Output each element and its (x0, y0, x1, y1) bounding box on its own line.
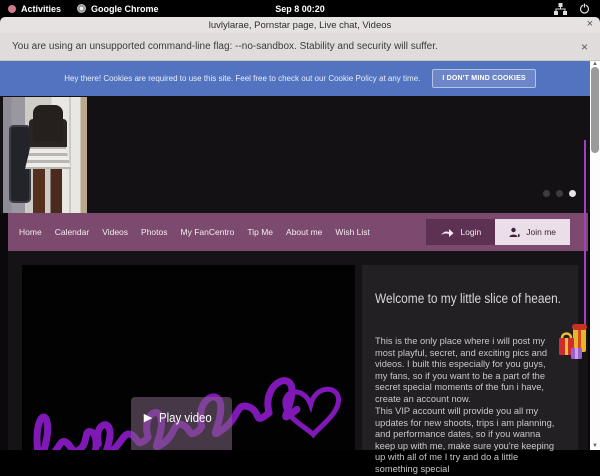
login-label: Login (460, 227, 481, 237)
nav-item-calendar[interactable]: Calendar (55, 227, 90, 237)
carousel-dot-3-active[interactable] (569, 190, 576, 197)
carousel-dots (543, 190, 576, 197)
nav-item-tipme[interactable]: Tip Me (247, 227, 273, 237)
hero-photo-door-edge (69, 97, 71, 213)
welcome-panel: Welcome to my little slice of heaen. Thi… (362, 265, 578, 450)
hero-photo-figure-torso (33, 105, 63, 141)
chrome-infobar: You are using an unsupported command-lin… (0, 33, 600, 61)
hero-photo-figure-legs (33, 167, 65, 213)
activities-dot-icon (8, 5, 16, 13)
gnome-top-bar: Activities Google Chrome Sep 8 00:20 (0, 0, 600, 17)
clock[interactable]: Sep 8 00:20 (275, 4, 325, 14)
hero-carousel (0, 96, 592, 213)
window-title-bar: luvlylarae, Pornstar page, Live chat, Vi… (0, 17, 600, 33)
login-arrow-icon (440, 227, 454, 238)
login-button[interactable]: Login (426, 219, 495, 245)
site-nav: Home Calendar Videos Photos My FanCentro… (8, 213, 588, 251)
chrome-taskbar-label: Google Chrome (91, 4, 159, 14)
gift-widget-icon[interactable] (558, 320, 591, 367)
chrome-taskbar-item[interactable]: Google Chrome (69, 0, 167, 17)
join-person-icon (509, 227, 520, 238)
window-title: luvlylarae, Pornstar page, Live chat, Vi… (209, 20, 392, 31)
play-video-label: Play video (159, 410, 212, 450)
welcome-paragraph-1: This is the only place where i will post… (375, 336, 559, 406)
nav-item-aboutme[interactable]: About me (286, 227, 322, 237)
play-video-button[interactable]: ▶ Play video (131, 397, 232, 450)
nav-item-videos[interactable]: Videos (102, 227, 128, 237)
play-icon: ▶ (144, 410, 152, 450)
cookie-accept-button[interactable]: I DON'T MIND COOKIES (432, 69, 535, 88)
nav-item-home[interactable]: Home (19, 227, 42, 237)
scrollbar-thumb[interactable] (591, 67, 599, 153)
video-player: ▶ Play video (22, 265, 355, 450)
welcome-paragraph-2: This VIP account will provide you all my… (375, 406, 559, 476)
window-close-icon[interactable]: × (587, 18, 593, 30)
nav-item-photos[interactable]: Photos (141, 227, 167, 237)
scrollbar-down-icon[interactable]: ▼ (590, 443, 600, 449)
desktop-screen: Activities Google Chrome Sep 8 00:20 luv… (0, 0, 600, 450)
welcome-heading: Welcome to my little slice of heaen. (375, 291, 561, 306)
scrollbar: ▲ ▼ (590, 61, 600, 450)
power-icon (579, 3, 590, 14)
hero-photo (3, 97, 87, 213)
cookie-banner: Hey there! Cookies are required to use t… (0, 61, 600, 96)
chrome-icon (77, 4, 86, 13)
join-button[interactable]: Join me (495, 219, 570, 245)
activities-label: Activities (21, 4, 61, 14)
nav-item-myfancentro[interactable]: My FanCentro (181, 227, 235, 237)
nav-item-wishlist[interactable]: Wish List (335, 227, 369, 237)
activities-button[interactable]: Activities (0, 0, 69, 17)
nav-links: Home Calendar Videos Photos My FanCentro… (8, 227, 370, 237)
infobar-close-icon[interactable]: × (581, 40, 588, 54)
system-tray[interactable] (554, 0, 596, 17)
cookie-message: Hey there! Cookies are required to use t… (64, 74, 420, 83)
nav-buttons: Login Join me (426, 219, 570, 245)
gift-widget-edge (584, 140, 586, 325)
join-label: Join me (526, 227, 556, 237)
network-icon (554, 3, 567, 15)
carousel-dot-1[interactable] (543, 190, 550, 197)
infobar-message: You are using an unsupported command-lin… (0, 41, 438, 52)
carousel-dot-2[interactable] (556, 190, 563, 197)
